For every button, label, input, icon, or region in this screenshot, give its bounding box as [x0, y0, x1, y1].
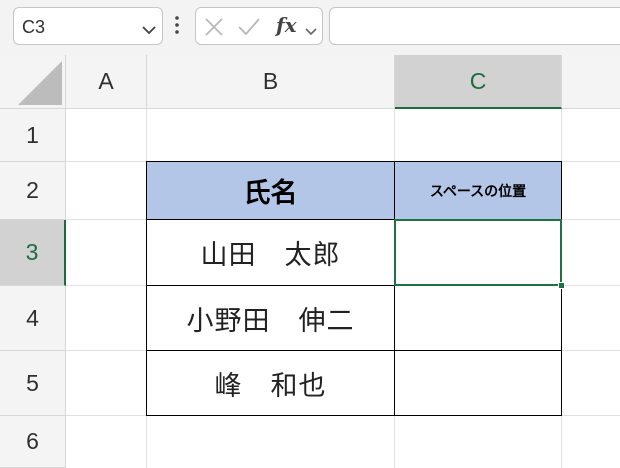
- row-header-5[interactable]: 5: [0, 351, 66, 416]
- name-box-value[interactable]: C3: [22, 17, 45, 38]
- column-header-c[interactable]: C: [395, 55, 562, 109]
- column-header-a[interactable]: A: [66, 55, 147, 109]
- select-all-button[interactable]: [0, 55, 66, 109]
- active-cell-selection: [394, 219, 562, 286]
- row-header-6[interactable]: 6: [0, 416, 66, 468]
- cell-c4[interactable]: [394, 285, 562, 351]
- column-header-d[interactable]: [562, 55, 620, 109]
- cancel-icon[interactable]: [204, 17, 224, 41]
- row-header-2[interactable]: 2: [0, 162, 66, 220]
- fill-handle[interactable]: [558, 282, 565, 289]
- row-header-3[interactable]: 3: [0, 220, 66, 286]
- cell-c2-header-space[interactable]: スペースの位置: [394, 161, 562, 220]
- formula-buttons: fx: [195, 7, 323, 45]
- chevron-down-icon[interactable]: [305, 21, 317, 40]
- more-options-icon[interactable]: [174, 15, 180, 39]
- cell-b4-name[interactable]: 小野田 伸二: [146, 285, 395, 351]
- formula-input[interactable]: [329, 7, 620, 45]
- cell-b3-name[interactable]: 山田 太郎: [146, 219, 395, 286]
- chevron-down-icon[interactable]: [142, 20, 156, 39]
- cell-b5-name[interactable]: 峰 和也: [146, 350, 395, 416]
- insert-function-button[interactable]: fx: [276, 13, 297, 37]
- cell-c5[interactable]: [394, 350, 562, 416]
- row-header-4[interactable]: 4: [0, 286, 66, 351]
- row-header-1[interactable]: 1: [0, 109, 66, 162]
- name-box[interactable]: C3: [13, 7, 163, 45]
- column-header-b[interactable]: B: [147, 55, 395, 109]
- check-icon[interactable]: [237, 17, 261, 41]
- cell-b2-header-name[interactable]: 氏名: [146, 161, 395, 220]
- formula-toolbar: C3 fx: [0, 0, 620, 55]
- select-all-icon: [18, 61, 62, 105]
